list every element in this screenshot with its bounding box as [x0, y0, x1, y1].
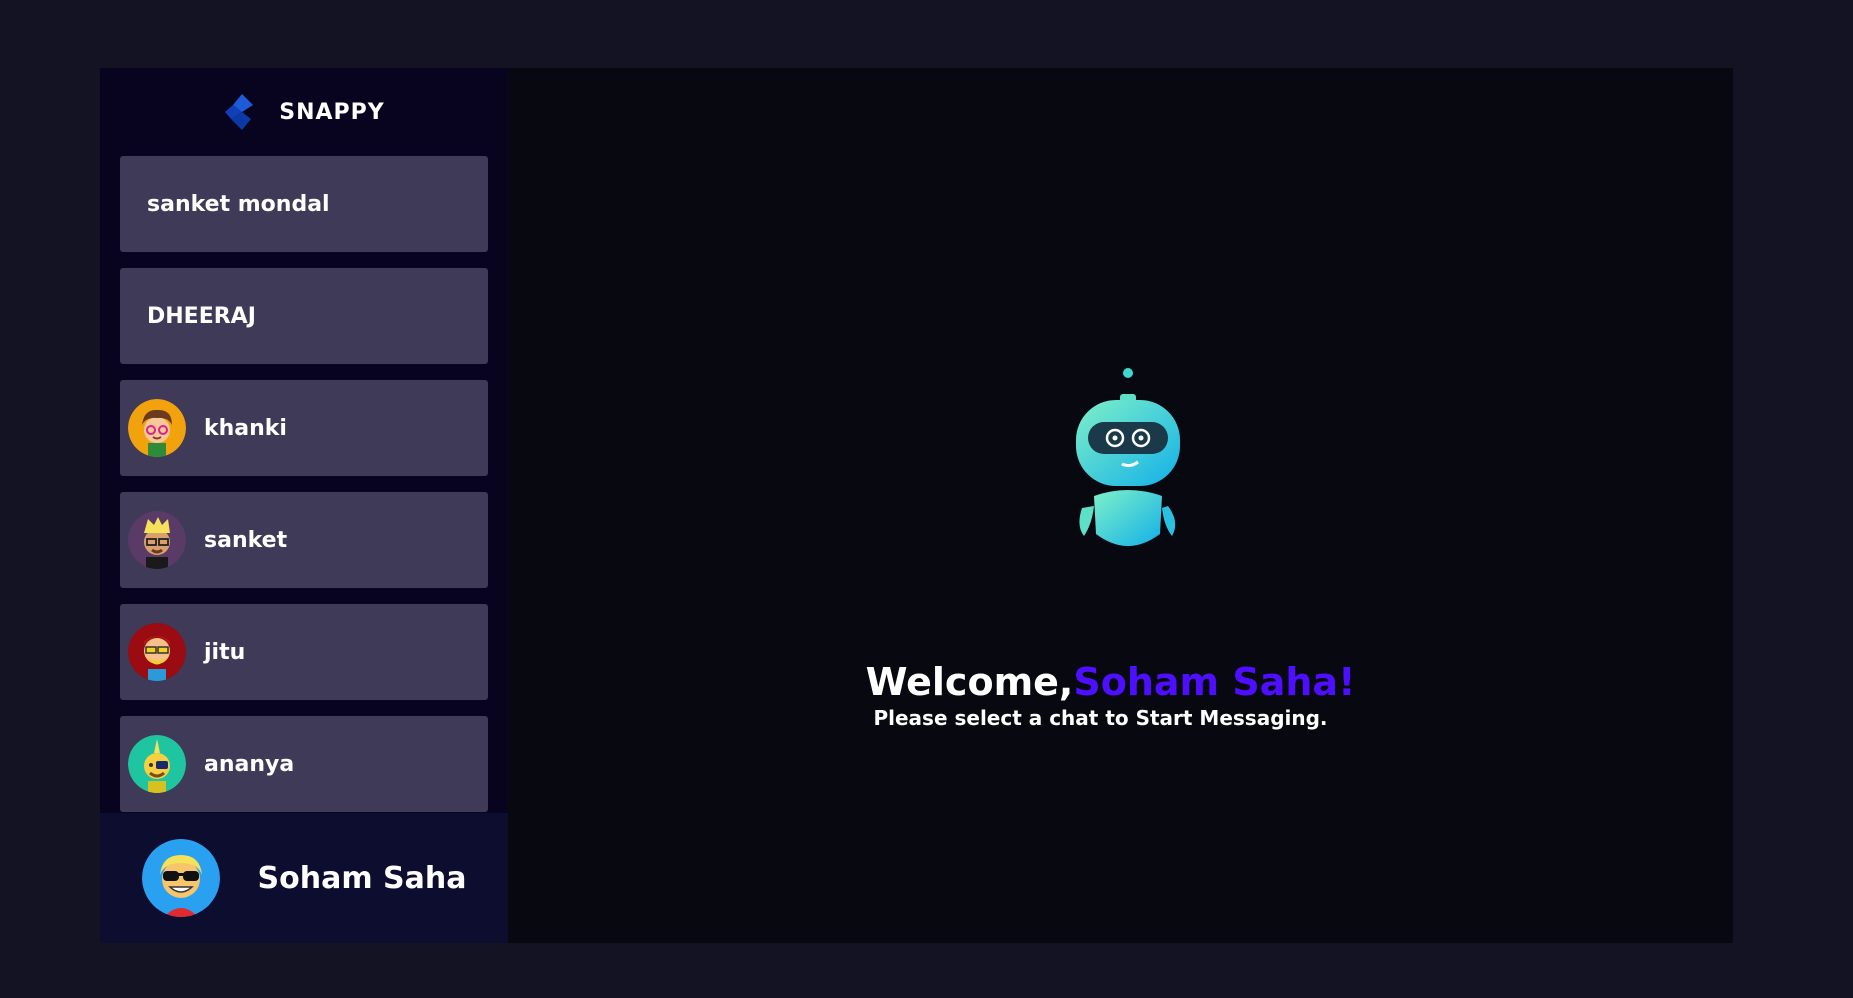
contact-name: sanket [204, 527, 288, 553]
welcome-heading: Welcome,Soham Saha! [488, 660, 1733, 704]
welcome-username: Soham Saha! [1073, 660, 1356, 704]
contact-name: jitu [204, 639, 246, 665]
curly-hair-glasses-avatar-icon [128, 399, 186, 457]
contact-item[interactable]: sanket [120, 492, 488, 588]
brand-name: SNAPPY [279, 99, 385, 125]
chat-welcome-area: Welcome,Soham Saha! Please select a chat… [508, 68, 1733, 943]
mohawk-eyepatch-avatar-icon [128, 735, 186, 793]
contact-item[interactable]: khanki [120, 380, 488, 476]
bearded-glasses-avatar-icon [128, 623, 186, 681]
contacts-sidebar: SNAPPY sanket mondal DHEERAJ khanki sank… [100, 68, 508, 943]
brand-header: SNAPPY [100, 68, 508, 156]
current-user-name: Soham Saha [257, 860, 467, 896]
welcome-greeting: Welcome, [865, 660, 1074, 704]
current-user-panel: Soham Saha [100, 813, 508, 943]
welcome-message: Welcome,Soham Saha! Please select a chat… [508, 660, 1733, 730]
blonde-glasses-avatar-icon [128, 511, 186, 569]
sunglasses-avatar-icon [141, 839, 220, 917]
contact-name: sanket mondal [147, 191, 330, 217]
chat-app: SNAPPY sanket mondal DHEERAJ khanki sank… [100, 68, 1733, 943]
snappy-logo-icon [225, 94, 254, 130]
contact-name: khanki [204, 415, 287, 441]
contact-name: DHEERAJ [147, 303, 256, 329]
contact-item[interactable]: sanket mondal [120, 156, 488, 252]
contact-item[interactable]: ananya [120, 716, 488, 812]
contact-item[interactable]: jitu [120, 604, 488, 700]
contact-list[interactable]: sanket mondal DHEERAJ khanki sanket jitu… [100, 156, 508, 813]
contact-item[interactable]: DHEERAJ [120, 268, 488, 364]
welcome-subtitle: Please select a chat to Start Messaging. [873, 706, 1328, 730]
robot-icon [1076, 368, 1180, 546]
contact-name: ananya [204, 751, 295, 777]
